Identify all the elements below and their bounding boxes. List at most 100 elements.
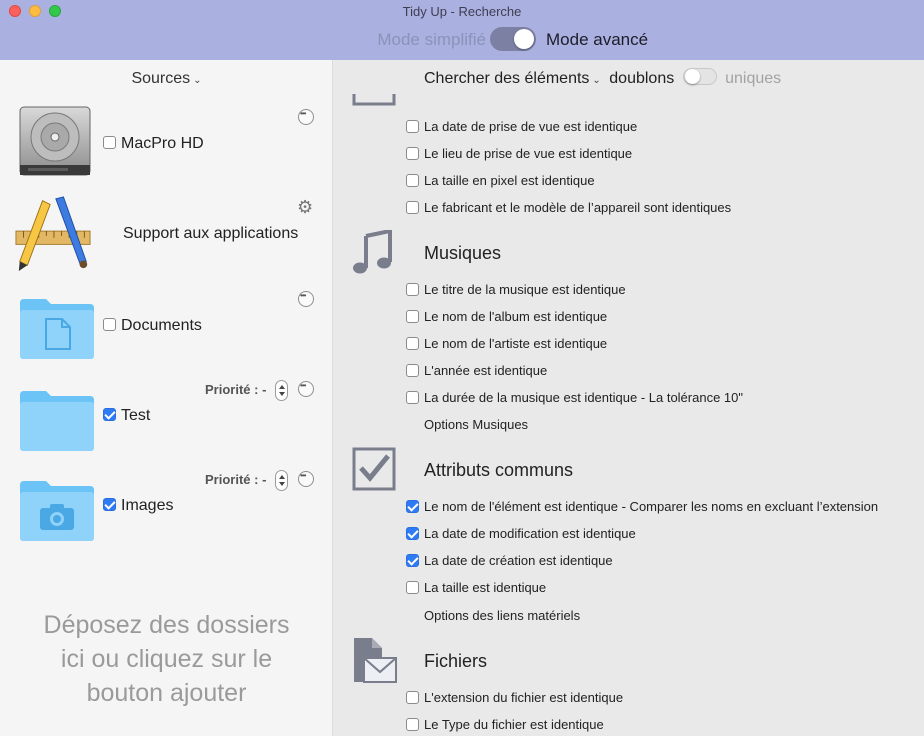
checkbox[interactable] [406,283,419,297]
photo-icon [352,94,396,106]
chevron-down-icon: ⌄ [193,75,202,86]
test-label: Test [121,407,151,424]
advanced-mode-label[interactable]: Mode avancé [546,30,648,50]
common-attributes-title: Attributs communs [424,460,574,480]
drop-hint-line: bouton ajouter [86,679,247,707]
checkbox[interactable] [406,337,419,351]
option-photo-camera[interactable]: Le fabricant et le modèle de l’appareil … [406,200,731,215]
checkbox[interactable] [406,718,419,732]
option-label: Le Type du fichier est identique [424,717,604,732]
mode-toggle[interactable] [490,27,536,51]
test-priority-label: Priorité : - [205,382,267,397]
images-more-button[interactable] [298,471,314,487]
macpro-hd-checkbox[interactable] [103,135,116,149]
option-label: Le titre de la musique est identique [424,282,626,297]
window-title: Tidy Up - Recherche [402,4,522,19]
images-priority-label: Priorité : - [205,472,267,487]
option-label: L'année est identique [424,363,548,378]
source-item-images[interactable]: Priorité : - Images [0,470,333,560]
checkbox[interactable] [406,527,419,541]
option-music-duration[interactable]: La durée de la musique est identique - L… [406,390,743,405]
checkbox[interactable] [406,391,419,405]
option-music-artist[interactable]: Le nom de l'artiste est identique [406,336,607,351]
checkbox[interactable] [406,364,419,378]
search-type-label: Chercher des éléments [424,70,590,87]
macpro-hd-more-button[interactable] [298,109,314,125]
checkbox[interactable] [406,691,419,705]
documents-checkbox[interactable] [103,317,116,331]
drop-hint-line: Déposez des dossiers [43,611,290,639]
images-label: Images [121,497,174,514]
applications-icon [15,196,91,271]
chevron-down-icon: ⌄ [592,75,601,86]
search-type-dropdown[interactable]: Chercher des éléments ⌄ [424,70,601,87]
test-priority-stepper[interactable] [275,380,288,401]
option-label: La date de création est identique [424,553,613,568]
checkbox[interactable] [406,120,419,134]
checkbox[interactable] [406,201,419,215]
option-label: La taille en pixel est identique [424,173,595,188]
option-file-extension[interactable]: L'extension du fichier est identique [406,690,623,705]
toggle-knob [514,29,534,49]
images-folder-icon [20,481,94,541]
source-item-macpro-hd[interactable]: MacPro HD [0,105,333,195]
macpro-hd-row: MacPro HD [103,135,204,153]
option-music-title[interactable]: Le titre de la musique est identique [406,282,626,297]
gear-icon[interactable]: ⚙ [297,197,313,218]
option-music-album[interactable]: Le nom de l'album est identique [406,309,607,324]
option-common-size[interactable]: La taille est identique [406,580,546,595]
documents-label: Documents [121,317,202,334]
option-photo-pixel-size[interactable]: La taille en pixel est identique [406,173,595,188]
documents-more-button[interactable] [298,291,314,307]
simple-mode-label[interactable]: Mode simplifié [377,30,486,50]
option-file-type[interactable]: Le Type du fichier est identique [406,717,604,732]
option-label: Le nom de l'album est identique [424,309,608,324]
files-section-title: Fichiers [424,651,488,671]
option-music-year[interactable]: L'année est identique [406,363,547,378]
checkmark-box-icon [352,447,396,491]
drop-hint-line: ici ou cliquez sur le [60,645,273,673]
option-common-modified-date[interactable]: La date de modification est identique [406,526,636,541]
option-label: Le lieu de prise de vue est identique [424,146,633,161]
checkbox[interactable] [406,147,419,161]
music-section-title: Musiques [424,243,502,263]
checkbox[interactable] [406,310,419,324]
documents-folder-icon [20,299,94,359]
duplicates-uniques-toggle[interactable] [682,68,717,86]
sources-dropdown[interactable]: Sources ⌄ [0,70,333,88]
images-priority-stepper[interactable] [275,470,288,491]
sources-label: Sources [131,70,191,87]
option-photo-date[interactable]: La date de prise de vue est identique [406,119,637,134]
option-label: Le nom de l'élément est identique - Comp… [424,499,879,514]
images-row: Images [103,497,173,515]
hard-links-options-link[interactable]: Options des liens matériels [424,608,580,623]
music-options-link[interactable]: Options Musiques [424,417,528,432]
checkbox[interactable] [406,500,419,514]
source-item-support-apps[interactable]: ⚙ Support aux applications [0,195,333,285]
search-criteria-panel: Chercher des éléments ⌄ doublons uniques … [333,60,924,736]
option-label: Le nom de l'artiste est identique [424,336,608,351]
duplicates-label[interactable]: doublons [609,70,674,87]
test-checkbox[interactable] [103,407,116,421]
sources-sidebar: Sources⌄ MacPro HD ⚙ [0,60,333,736]
checkbox[interactable] [406,174,419,188]
test-more-button[interactable] [298,381,314,397]
option-photo-location[interactable]: Le lieu de prise de vue est identique [406,146,632,161]
option-common-name[interactable]: Le nom de l'élément est identique - Comp… [406,499,878,514]
option-common-created-date[interactable]: La date de création est identique [406,553,613,568]
source-item-test[interactable]: Priorité : - Test [0,380,333,470]
source-item-documents[interactable]: Documents [0,290,333,380]
folder-icon [20,391,94,451]
option-label: La taille est identique [424,580,547,595]
checkbox[interactable] [406,581,419,595]
option-label: La durée de la musique est identique - L… [424,390,743,405]
hard-drive-icon [19,106,91,176]
uniques-label[interactable]: uniques [725,70,781,87]
images-checkbox[interactable] [103,497,116,511]
checkbox[interactable] [406,554,419,568]
support-apps-label: Support aux applications [123,225,299,242]
drop-zone-hint[interactable]: Déposez des dossiers ici ou cliquez sur … [0,608,333,710]
option-label: Le fabricant et le modèle de l’appareil … [424,200,732,215]
macpro-hd-label: MacPro HD [121,135,204,152]
option-label: La date de modification est identique [424,526,636,541]
